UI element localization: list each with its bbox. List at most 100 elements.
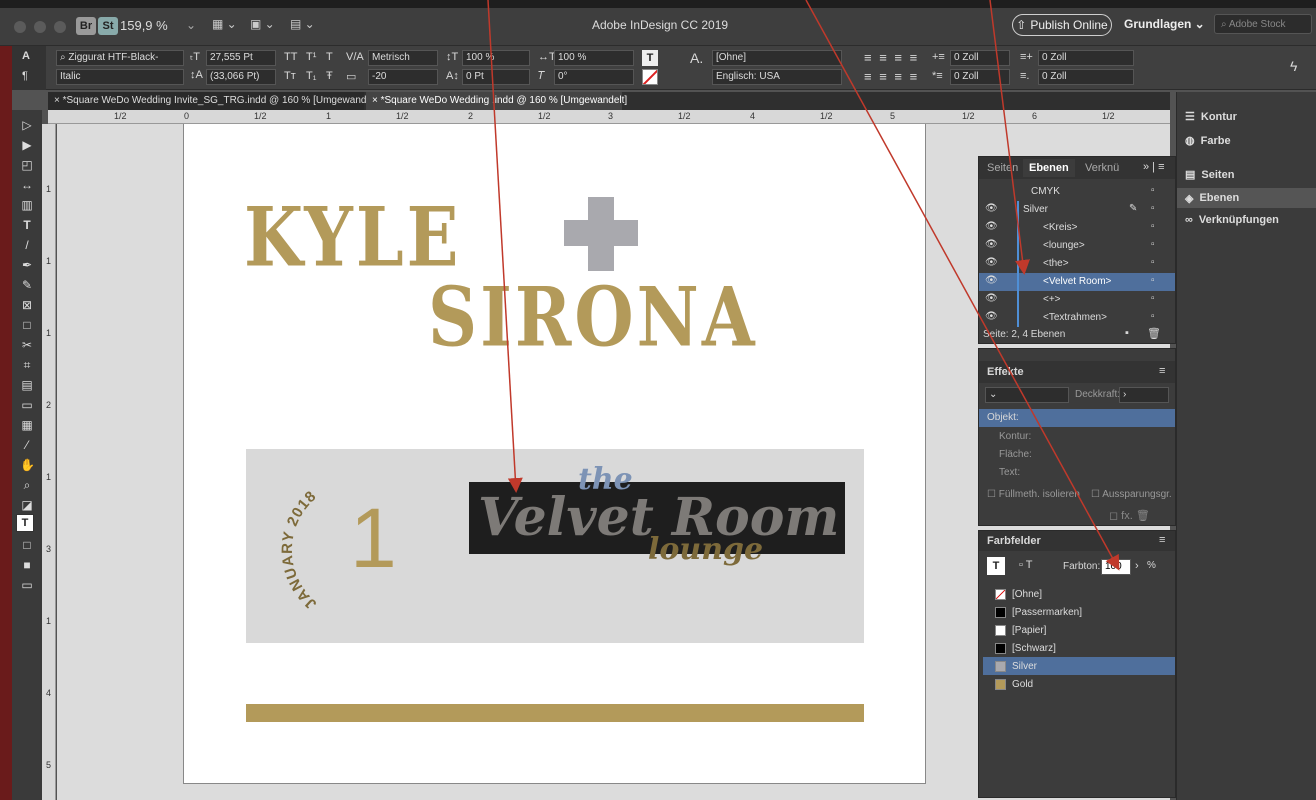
note-tool-icon[interactable]: ▦ bbox=[20, 418, 34, 432]
strikethrough-button[interactable]: Ŧ bbox=[326, 70, 333, 82]
swatch-row[interactable]: [Schwarz] bbox=[983, 639, 1175, 657]
tint-field[interactable]: 100 bbox=[1101, 559, 1131, 575]
layer-square-icon[interactable]: ▫ bbox=[1151, 257, 1155, 268]
gold-bar[interactable] bbox=[246, 704, 864, 722]
swatch-row[interactable]: Gold bbox=[983, 675, 1175, 693]
close-icon[interactable]: × bbox=[54, 95, 63, 106]
gradient-feather-tool-icon[interactable]: ▭ bbox=[20, 398, 34, 412]
first-line-indent-field[interactable]: 0 Zoll bbox=[950, 69, 1010, 85]
scissors-tool-icon[interactable]: ✂ bbox=[20, 338, 34, 352]
gap-tool-icon[interactable]: ↔ bbox=[20, 178, 34, 192]
screen-mode-icon[interactable]: ▭ bbox=[20, 578, 34, 592]
all-caps-button[interactable]: TT bbox=[284, 51, 297, 63]
language-dropdown[interactable]: Englisch: USA bbox=[712, 69, 842, 85]
close-icon[interactable]: × bbox=[372, 95, 381, 106]
panel-menu-icon[interactable]: ≡ bbox=[1159, 365, 1165, 377]
swatch-row[interactable]: [Ohne] bbox=[983, 585, 1175, 603]
font-family-field[interactable]: ⌕ Ziggurat HTF-Black- bbox=[56, 50, 184, 66]
horizontal-ruler[interactable]: 1/2 0 1/2 1 1/2 2 1/2 3 1/2 4 1/2 5 1/2 … bbox=[48, 110, 1170, 124]
subscript-button[interactable]: T₁ bbox=[306, 70, 316, 82]
fill-swatch-icon[interactable]: T bbox=[16, 514, 34, 532]
dock-item-verknuepfungen[interactable]: ∞ Verknüpfungen bbox=[1185, 214, 1279, 226]
layer-row[interactable]: 👁 <lounge> ▫ bbox=[979, 237, 1175, 255]
normal-mode-icon[interactable]: ■ bbox=[20, 558, 34, 572]
page-tool-icon[interactable]: ◰ bbox=[20, 158, 34, 172]
layer-row[interactable]: 👁 Silver ✎ ▫ bbox=[979, 201, 1175, 219]
date-arc[interactable]: JANUARY 2018 bbox=[250, 470, 340, 630]
last-line-indent-field[interactable]: 0 Zoll bbox=[1038, 69, 1134, 85]
content-collector-icon[interactable]: ▥ bbox=[20, 198, 34, 212]
horizontal-scale-field[interactable]: 100 % bbox=[554, 50, 634, 66]
text-stroke-none-icon[interactable] bbox=[642, 69, 658, 85]
tint-arrow-icon[interactable]: › bbox=[1135, 560, 1139, 572]
font-style-field[interactable]: Italic bbox=[56, 69, 184, 85]
eyedropper-tool-icon[interactable]: ⁄ bbox=[20, 438, 34, 452]
selection-tool-icon[interactable]: ▷ bbox=[20, 118, 34, 132]
publish-online-button[interactable]: ⇧ Publish Online bbox=[1012, 14, 1112, 36]
document-tab-1[interactable]: × *Square WeDo Wedding Invite_SG_TRG.ind… bbox=[48, 92, 380, 110]
small-caps-button[interactable]: Tт bbox=[284, 70, 296, 82]
dock-item-ebenen[interactable]: ◈ Ebenen bbox=[1177, 188, 1316, 208]
layer-square-icon[interactable]: ▫ bbox=[1151, 311, 1155, 322]
align-left-icon[interactable]: ≡ ≡ ≡ ≡ bbox=[864, 50, 919, 65]
knockout-checkbox[interactable]: ☐ Aussparungsgr. bbox=[1091, 489, 1172, 500]
rectangle-frame-tool-icon[interactable]: ⊠ bbox=[20, 298, 34, 312]
gradient-swatch-tool-icon[interactable]: ▤ bbox=[20, 378, 34, 392]
left-indent-field[interactable]: 0 Zoll bbox=[950, 50, 1010, 66]
name-line-2[interactable]: SIRONA bbox=[428, 270, 758, 366]
layer-row[interactable]: 👁 <Kreis> ▫ bbox=[979, 219, 1175, 237]
swatch-row[interactable]: [Papier] bbox=[983, 621, 1175, 639]
zoom-window-icon[interactable] bbox=[54, 21, 66, 33]
document-tab-2[interactable]: × *Square WeDo Wedding .indd @ 160 % [Um… bbox=[366, 92, 627, 110]
free-transform-tool-icon[interactable]: ⌗ bbox=[20, 358, 34, 372]
superscript-button[interactable]: T¹ bbox=[306, 51, 316, 63]
text-fill-icon[interactable]: T bbox=[642, 50, 658, 66]
layer-row[interactable]: 👁 <the> ▫ bbox=[979, 255, 1175, 273]
font-size-field[interactable]: 27,555 Pt bbox=[206, 50, 276, 66]
lounge-text[interactable]: lounge bbox=[648, 532, 763, 567]
minimize-window-icon[interactable] bbox=[34, 21, 46, 33]
plus-sign-horizontal[interactable] bbox=[564, 220, 638, 246]
fx-icon[interactable]: ◻ fx. 🗑 bbox=[1109, 509, 1150, 522]
dock-item-farbe[interactable]: ◍ Farbe bbox=[1185, 134, 1231, 148]
fill-stroke-swatch-icon[interactable]: T bbox=[987, 557, 1005, 575]
vertical-ruler[interactable]: 1 1 1 2 1 3 1 4 5 bbox=[42, 124, 56, 800]
tab-ebenen[interactable]: Ebenen bbox=[1023, 159, 1075, 177]
swatch-row-selected[interactable]: Silver bbox=[983, 657, 1175, 675]
tab-seiten[interactable]: Seiten bbox=[987, 162, 1018, 174]
character-style-dropdown[interactable]: [Ohne] bbox=[712, 50, 842, 66]
opacity-field[interactable]: › bbox=[1119, 387, 1169, 403]
dock-item-seiten[interactable]: ▤ Seiten bbox=[1185, 168, 1234, 182]
lightning-icon[interactable]: ϟ bbox=[1290, 58, 1297, 74]
layer-square-icon[interactable]: ▫ bbox=[1151, 239, 1155, 250]
tab-verknuepfungen[interactable]: Verknü bbox=[1085, 162, 1119, 174]
paragraph-mode-icon[interactable]: ¶ bbox=[22, 70, 28, 82]
workspace-switcher[interactable]: Grundlagen ⌄ bbox=[1124, 17, 1205, 31]
formatting-text-icon[interactable]: ▫ T bbox=[1019, 559, 1032, 571]
swatch-row[interactable]: [Passermarken] bbox=[983, 603, 1175, 621]
eye-icon[interactable]: 👁 bbox=[985, 275, 998, 286]
chevron-down-icon[interactable]: ⌄ bbox=[186, 18, 196, 32]
layer-square-icon[interactable]: ▫ bbox=[1151, 185, 1155, 196]
layer-square-icon[interactable]: ▫ bbox=[1151, 203, 1155, 214]
trash-icon[interactable]: 🗑 bbox=[1147, 327, 1161, 340]
eye-icon[interactable]: 👁 bbox=[985, 257, 998, 268]
eye-icon[interactable]: 👁 bbox=[985, 311, 998, 322]
layer-row[interactable]: 👁 <+> ▫ bbox=[979, 291, 1175, 309]
hand-tool-icon[interactable]: ✋ bbox=[20, 458, 35, 472]
panel-menu-icon[interactable]: ≡ bbox=[1159, 534, 1165, 546]
formatting-container-icon[interactable]: □ bbox=[20, 538, 34, 552]
underline-button[interactable]: T bbox=[326, 51, 333, 63]
layer-square-icon[interactable]: ▫ bbox=[1151, 275, 1155, 286]
stock-button[interactable]: St bbox=[98, 17, 118, 35]
the-text[interactable]: the bbox=[578, 462, 633, 497]
dock-item-kontur[interactable]: ☰ Kontur bbox=[1185, 110, 1237, 124]
view-options-icon[interactable]: ▦ ⌄ bbox=[212, 17, 237, 31]
leading-field[interactable]: (33,066 Pt) bbox=[206, 69, 276, 85]
rectangle-tool-icon[interactable]: □ bbox=[20, 318, 34, 332]
line-tool-icon[interactable]: / bbox=[20, 238, 34, 252]
layer-square-icon[interactable]: ▫ bbox=[1151, 293, 1155, 304]
right-indent-field[interactable]: 0 Zoll bbox=[1038, 50, 1134, 66]
arrange-documents-icon[interactable]: ▤ ⌄ bbox=[290, 17, 315, 31]
pen-tool-icon[interactable]: ✒ bbox=[20, 258, 34, 272]
